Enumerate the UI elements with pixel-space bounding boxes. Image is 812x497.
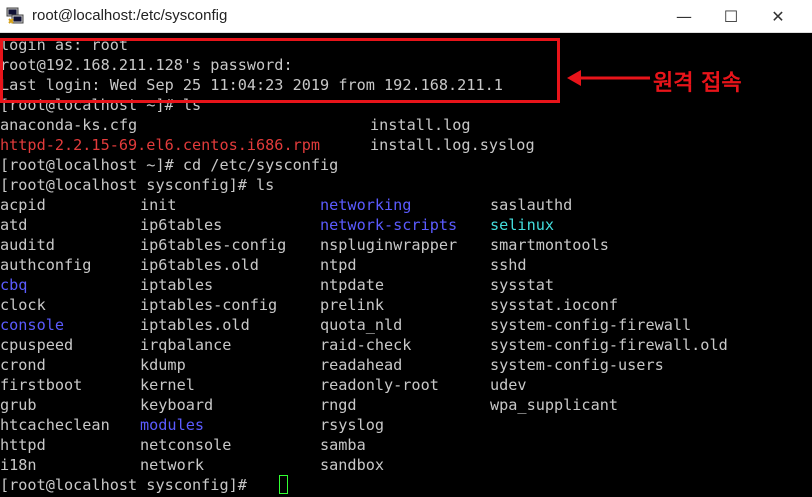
maximize-button[interactable]: ☐ <box>708 0 754 33</box>
terminal-text: nspluginwrapper <box>320 236 458 254</box>
terminal-line: crond kdump readahead system-config-users <box>0 355 812 375</box>
terminal-text: smartmontools <box>490 236 609 254</box>
terminal-text: sandbox <box>320 456 385 474</box>
terminal-text: cpuspeed <box>0 336 74 354</box>
terminal-text: irqbalance <box>140 336 232 354</box>
minimize-button[interactable]: — <box>661 0 707 33</box>
annotation-label: 원격 접속 <box>653 71 742 96</box>
terminal-line: console iptables.old quota_nld system-confi… <box>0 315 812 335</box>
terminal-text: iptables <box>140 276 214 294</box>
terminal-text: auditd <box>0 236 55 254</box>
terminal-text: system-config-users <box>490 356 664 374</box>
terminal-text: [root@localhost sysconfig]# ls <box>0 176 275 194</box>
terminal-text: rngd <box>320 396 357 414</box>
terminal-text: authconfig <box>0 256 92 274</box>
terminal-text: iptables-config <box>140 296 278 314</box>
terminal-text: keyboard <box>140 396 214 414</box>
terminal-text: install.log <box>370 116 471 134</box>
close-icon: ✕ <box>771 7 785 26</box>
terminal-text: readonly-root <box>320 376 439 394</box>
terminal-text: atd <box>0 216 28 234</box>
minimize-icon: — <box>676 7 692 26</box>
terminal-text: sysstat.ioconf <box>490 296 619 314</box>
terminal-text: ip6tables-config <box>140 236 287 254</box>
terminal-text: raid-check <box>320 336 412 354</box>
terminal-text: install.log.syslog <box>370 136 535 154</box>
terminal-line: clock iptables-config prelink sysstat.iocon… <box>0 295 812 315</box>
terminal-line: authconfig ip6tables.old ntpd sshd <box>0 255 812 275</box>
maximize-icon: ☐ <box>723 7 739 26</box>
terminal-text: kernel <box>140 376 195 394</box>
terminal-text: httpd <box>0 436 46 454</box>
terminal-text: firstboot <box>0 376 83 394</box>
terminal-text: ntpdate <box>320 276 385 294</box>
terminal-text: [root@localhost ~]# cd /etc/sysconfig <box>0 156 339 174</box>
terminal-text: networking <box>320 196 412 214</box>
terminal-line: firstboot kernel readonly-root udev <box>0 375 812 395</box>
terminal-line: httpd netconsole samba <box>0 435 812 455</box>
terminal-text: httpd-2.2.15-69.el6.centos.i686.rpm <box>0 136 321 154</box>
terminal-text: wpa_supplicant <box>490 396 619 414</box>
putty-icon[interactable] <box>6 7 24 25</box>
title-bar[interactable]: root@localhost:/etc/sysconfig — ☐ ✕ <box>0 0 812 33</box>
terminal-text: grub <box>0 396 37 414</box>
terminal-text: sshd <box>490 256 527 274</box>
remote-login-annotation: 원격 접속 <box>565 53 812 103</box>
terminal-text: [root@localhost sysconfig]# <box>0 476 257 494</box>
terminal-text: system-config-firewall.old <box>490 336 728 354</box>
terminal-line: cbq iptables ntpdate sysstat <box>0 275 812 295</box>
terminal-line: auditd ip6tables-config nspluginwrapper sma… <box>0 235 812 255</box>
terminal-text: quota_nld <box>320 316 403 334</box>
terminal-text: acpid <box>0 196 46 214</box>
remote-login-highlight-box <box>0 38 560 103</box>
terminal-text: crond <box>0 356 46 374</box>
terminal-text: netconsole <box>140 436 232 454</box>
terminal-text: modules <box>140 416 205 434</box>
terminal-line: grub keyboard rngd wpa_supplicant <box>0 395 812 415</box>
terminal-line: httpd-2.2.15-69.el6.centos.i686.rpm insta… <box>0 135 812 155</box>
terminal-text: init <box>140 196 177 214</box>
terminal-text: htcacheclean <box>0 416 110 434</box>
terminal-text: rsyslog <box>320 416 385 434</box>
terminal-text: ip6tables <box>140 216 223 234</box>
terminal-text: sysstat <box>490 276 555 294</box>
terminal-line: i18n network sandbox <box>0 455 812 475</box>
terminal-line: htcacheclean modules rsyslog <box>0 415 812 435</box>
left-arrow-icon <box>567 70 650 86</box>
close-button[interactable]: ✕ <box>755 0 801 33</box>
terminal-line: anaconda-ks.cfg install.log <box>0 115 812 135</box>
terminal-text: prelink <box>320 296 385 314</box>
terminal-text: iptables.old <box>140 316 250 334</box>
terminal-text: readahead <box>320 356 403 374</box>
terminal-text: i18n <box>0 456 37 474</box>
terminal-text: udev <box>490 376 527 394</box>
terminal-text: clock <box>0 296 46 314</box>
terminal-text: anaconda-ks.cfg <box>0 116 138 134</box>
terminal-text: network <box>140 456 205 474</box>
terminal-line: atd ip6tables network-scripts selinux <box>0 215 812 235</box>
terminal-line: cpuspeed irqbalance raid-check system-confi… <box>0 335 812 355</box>
terminal-line: [root@localhost sysconfig]# <box>0 475 812 495</box>
terminal-text: network-scripts <box>320 216 458 234</box>
terminal-line: [root@localhost sysconfig]# ls <box>0 175 812 195</box>
terminal-text: selinux <box>490 216 555 234</box>
terminal-text: cbq <box>0 276 28 294</box>
terminal-output[interactable]: login as: root root@192.168.211.128's pas… <box>0 34 812 497</box>
terminal-line: [root@localhost ~]# cd /etc/sysconfig <box>0 155 812 175</box>
terminal-text: ntpd <box>320 256 357 274</box>
terminal-text: ip6tables.old <box>140 256 259 274</box>
terminal-text: saslauthd <box>490 196 573 214</box>
terminal-text: kdump <box>140 356 186 374</box>
terminal-line: acpid init networking saslauthd <box>0 195 812 215</box>
window-title: root@localhost:/etc/sysconfig <box>32 7 228 24</box>
terminal-text: samba <box>320 436 366 454</box>
terminal-text: system-config-firewall <box>490 316 692 334</box>
terminal-text: console <box>0 316 65 334</box>
